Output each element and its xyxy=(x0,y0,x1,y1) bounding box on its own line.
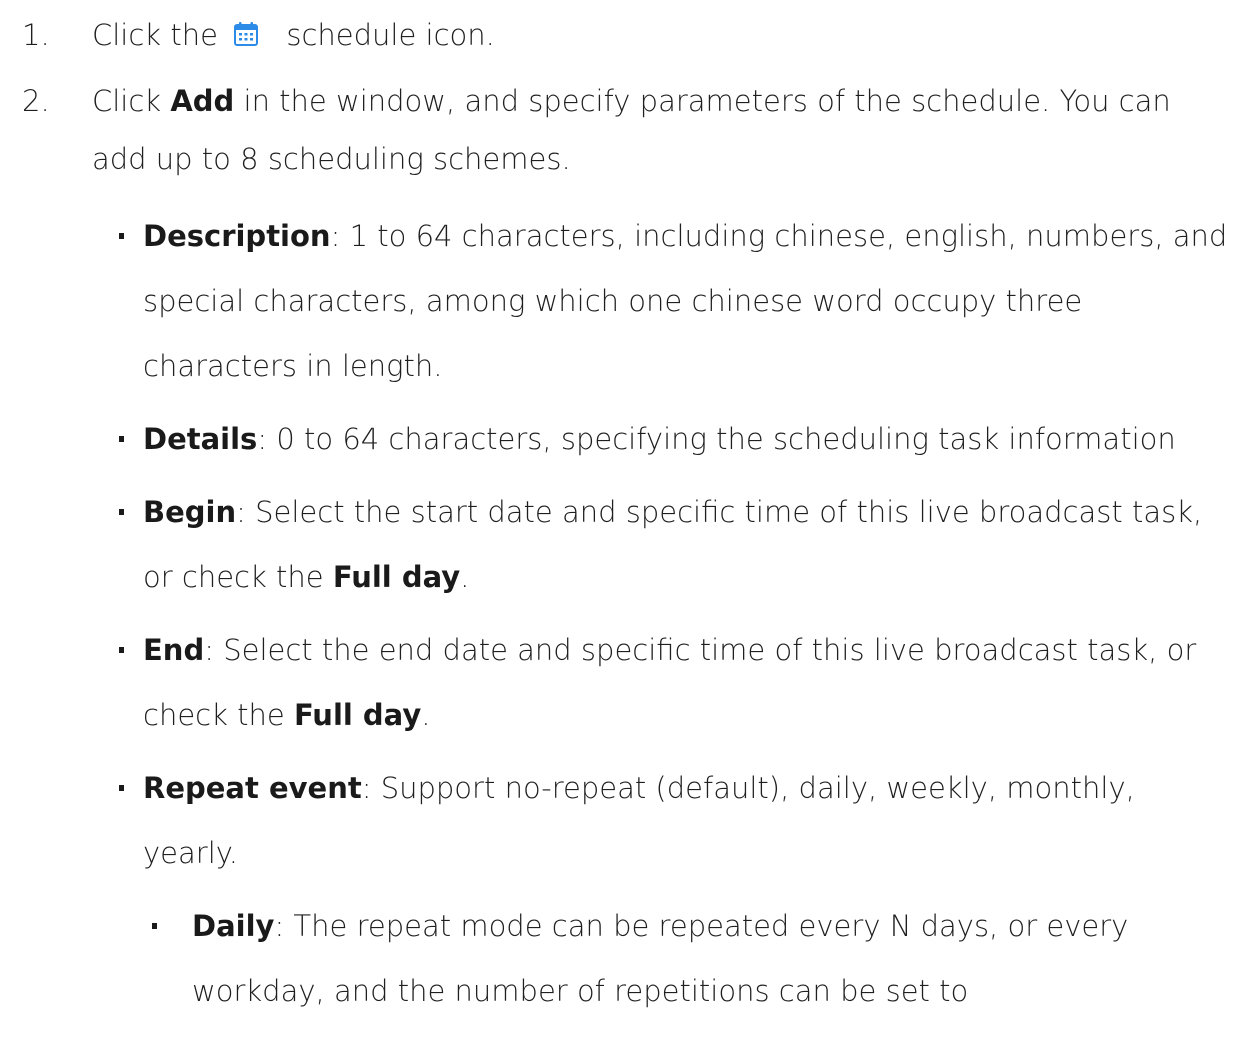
step-text-after: in the window, and specify parameters of… xyxy=(92,84,1171,176)
step-text: Click Add in the window, and specify par… xyxy=(92,72,1222,188)
step-text: Click the schedule icon. xyxy=(92,6,1222,66)
bullet-term: End xyxy=(143,633,205,667)
calendar-icon xyxy=(233,8,259,66)
list-item-end: End: Select the end date and specific ti… xyxy=(119,618,1228,748)
step-2: 2. Click Add in the window, and specify … xyxy=(0,72,1240,188)
sub-bullet-term: Daily xyxy=(192,909,275,943)
bullet-bold-tail: Full day xyxy=(293,698,422,732)
bullet-bold-tail: Full day xyxy=(332,560,461,594)
add-term: Add xyxy=(170,84,235,118)
list-item-details: Details: 0 to 64 characters, specifying … xyxy=(119,407,1228,472)
repeat-mode-list: Daily: The repeat mode can be repeated e… xyxy=(0,894,1240,1024)
step-number: 1. xyxy=(22,18,50,52)
list-item-daily: Daily: The repeat mode can be repeated e… xyxy=(152,894,1212,1024)
step-number: 2. xyxy=(22,84,50,118)
document-body: 1. Click the schedule icon. 2. Click Add… xyxy=(0,0,1240,1024)
step-text-after-icon: schedule icon. xyxy=(286,18,495,52)
bullet-term: Repeat event xyxy=(143,771,362,805)
list-item-description: Description: 1 to 64 characters, includi… xyxy=(119,204,1228,399)
list-item-repeat-event: Repeat event: Support no-repeat (default… xyxy=(119,756,1228,886)
bullet-text: : Select the start date and specific tim… xyxy=(143,495,1203,594)
bullet-term: Details xyxy=(143,422,258,456)
step-text-before-icon: Click the xyxy=(92,18,218,52)
step-1: 1. Click the schedule icon. xyxy=(0,6,1240,66)
bullet-text: : 0 to 64 characters, specifying the sch… xyxy=(257,422,1176,456)
step-text-before: Click xyxy=(92,84,171,118)
sub-bullet-text: : The repeat mode can be repeated every … xyxy=(192,909,1129,1008)
bullet-term: Begin xyxy=(143,495,237,529)
bullet-end: . xyxy=(421,698,431,732)
parameter-list: Description: 1 to 64 characters, includi… xyxy=(0,204,1240,886)
bullet-term: Description xyxy=(143,219,331,253)
bullet-end: . xyxy=(460,560,470,594)
list-item-begin: Begin: Select the start date and specifi… xyxy=(119,480,1228,610)
